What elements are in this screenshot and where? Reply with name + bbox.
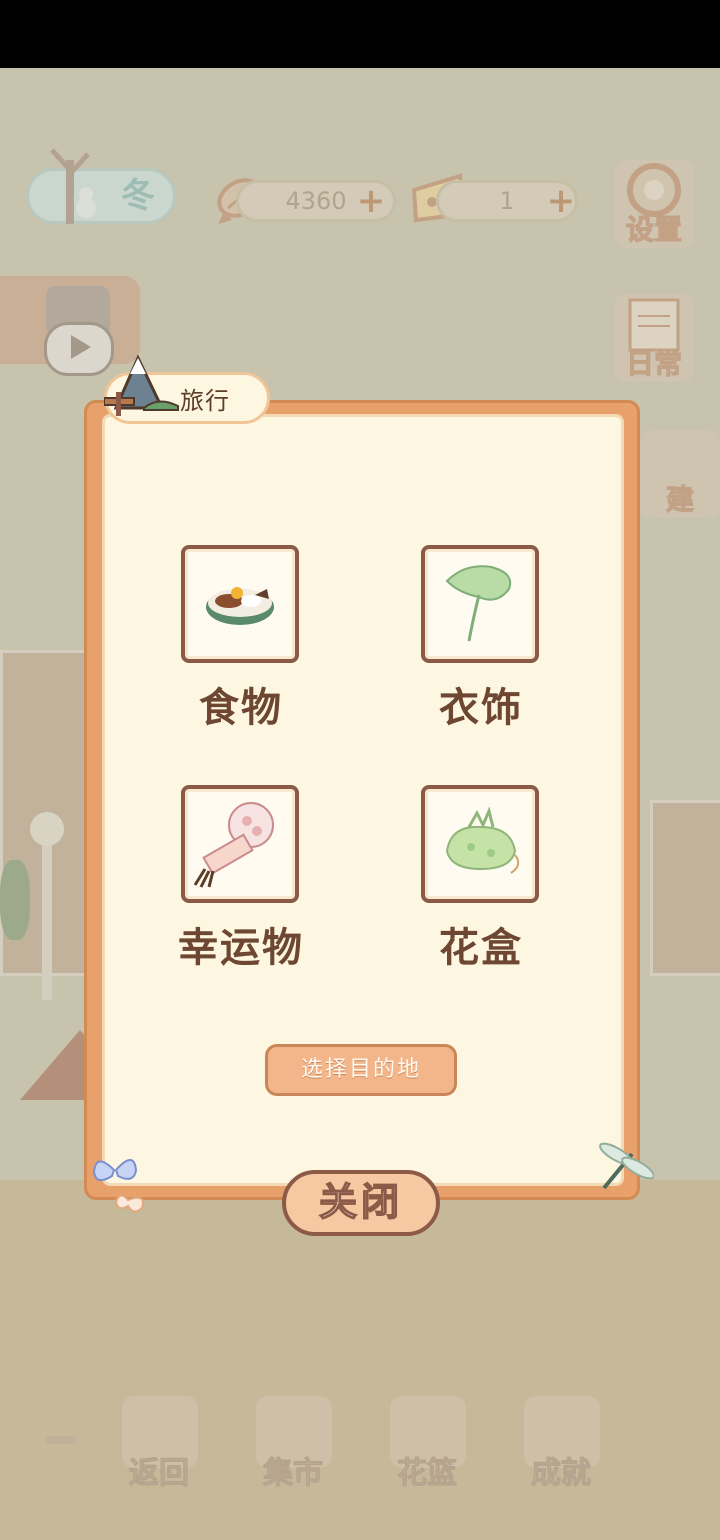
- category-food-label: 食物: [199, 685, 283, 731]
- nav-achievements[interactable]: 成就: [516, 1396, 606, 1492]
- mountain-signpost-icon: [104, 354, 179, 416]
- add-fish-button[interactable]: +: [356, 184, 386, 218]
- nav-back-label: 返回: [129, 1456, 190, 1492]
- close-button[interactable]: 关闭: [282, 1170, 440, 1236]
- season-label: 冬: [121, 176, 155, 216]
- street-lamp-pole: [42, 830, 52, 1000]
- select-destination-button[interactable]: 选择目的地: [265, 1044, 457, 1096]
- settings-button[interactable]: 设置: [614, 160, 694, 248]
- status-bar: [0, 0, 720, 68]
- butterfly-icon: [92, 1159, 144, 1213]
- dialog-title: 旅行: [180, 387, 230, 415]
- flower-bundle-icon: [445, 806, 520, 874]
- nav-market-label: 集市: [263, 1456, 324, 1492]
- category-flower-box-label: 花盒: [439, 925, 523, 971]
- winter-tree-icon: [50, 148, 96, 224]
- add-cheese-button[interactable]: +: [546, 184, 576, 218]
- daily-button[interactable]: 日常: [614, 294, 694, 382]
- nav-achievements-label: 成就: [531, 1456, 592, 1492]
- settings-label: 设置: [625, 213, 682, 247]
- build-label: 建: [665, 483, 694, 517]
- daily-label: 日常: [625, 347, 682, 381]
- collapse-handle[interactable]: [46, 1436, 76, 1444]
- tree: [0, 860, 30, 940]
- category-clothing-label: 衣饰: [439, 685, 523, 731]
- dragonfly-icon: [599, 1142, 654, 1190]
- category-lucky-item-label: 幸运物: [178, 925, 304, 971]
- nav-flower-basket[interactable]: 花篮: [382, 1396, 472, 1492]
- fish-count: 4360: [285, 187, 347, 215]
- food-bowl-icon: [206, 587, 274, 625]
- category-flower-box-tile[interactable]: [421, 785, 539, 903]
- nav-market[interactable]: 集市: [248, 1396, 338, 1492]
- street-lamp-head: [30, 812, 64, 846]
- build-button[interactable]: 建: [640, 430, 720, 518]
- cheese-count: 1: [499, 187, 515, 215]
- lucky-fan-icon: [193, 802, 274, 888]
- lotus-leaf-icon: [445, 565, 512, 642]
- category-clothing-tile[interactable]: [421, 545, 539, 663]
- category-lucky-item-tile[interactable]: [181, 785, 299, 903]
- category-food-tile[interactable]: [181, 545, 299, 663]
- house-right: [650, 800, 720, 976]
- nav-flower-basket-label: 花篮: [397, 1456, 458, 1492]
- nav-back[interactable]: 返回: [114, 1396, 204, 1492]
